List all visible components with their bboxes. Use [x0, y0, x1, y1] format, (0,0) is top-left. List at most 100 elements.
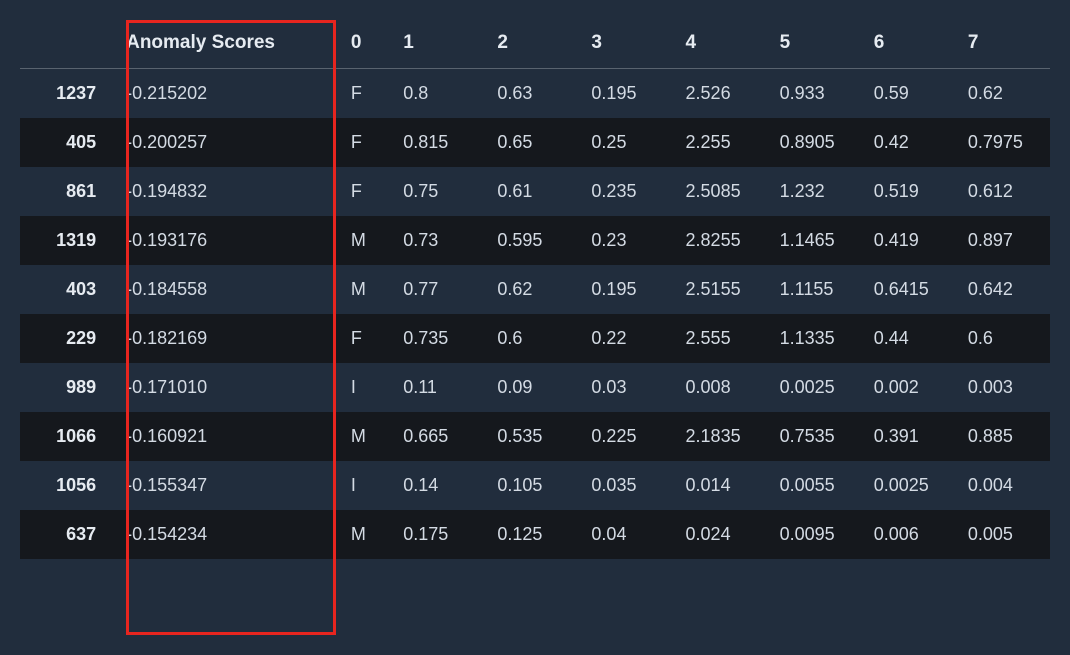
cell: M: [339, 216, 391, 265]
table-row: 1056 -0.155347 I 0.14 0.105 0.035 0.014 …: [20, 461, 1050, 510]
table-row: 1237 -0.215202 F 0.8 0.63 0.195 2.526 0.…: [20, 69, 1050, 119]
cell: 0.105: [485, 461, 579, 510]
row-index: 229: [20, 314, 114, 363]
cell: 0.0025: [862, 461, 956, 510]
cell: 0.195: [579, 69, 673, 119]
table-row: 989 -0.171010 I 0.11 0.09 0.03 0.008 0.0…: [20, 363, 1050, 412]
cell: F: [339, 118, 391, 167]
cell: F: [339, 167, 391, 216]
cell: 0.612: [956, 167, 1050, 216]
cell: 0.014: [674, 461, 768, 510]
cell: 2.5155: [674, 265, 768, 314]
col-header-3: 3: [579, 18, 673, 69]
col-header-index: [20, 18, 114, 69]
cell-anomaly: -0.182169: [114, 314, 339, 363]
cell: 2.1835: [674, 412, 768, 461]
table-body: 1237 -0.215202 F 0.8 0.63 0.195 2.526 0.…: [20, 69, 1050, 560]
cell: 0.25: [579, 118, 673, 167]
cell: 0.235: [579, 167, 673, 216]
cell: 0.6: [956, 314, 1050, 363]
cell: 0.002: [862, 363, 956, 412]
table-row: 1319 -0.193176 M 0.73 0.595 0.23 2.8255 …: [20, 216, 1050, 265]
cell-anomaly: -0.184558: [114, 265, 339, 314]
cell-anomaly: -0.160921: [114, 412, 339, 461]
cell-anomaly: -0.155347: [114, 461, 339, 510]
cell: 0.125: [485, 510, 579, 559]
cell: 0.03: [579, 363, 673, 412]
cell-anomaly: -0.171010: [114, 363, 339, 412]
cell: M: [339, 265, 391, 314]
cell: 0.003: [956, 363, 1050, 412]
data-table-container: Anomaly Scores 0 1 2 3 4 5 6 7 1237 -0.2…: [20, 18, 1050, 559]
cell: I: [339, 363, 391, 412]
cell: F: [339, 69, 391, 119]
cell-anomaly: -0.193176: [114, 216, 339, 265]
cell: 1.1155: [768, 265, 862, 314]
cell: 0.61: [485, 167, 579, 216]
cell: 2.5085: [674, 167, 768, 216]
table-row: 637 -0.154234 M 0.175 0.125 0.04 0.024 0…: [20, 510, 1050, 559]
table-header: Anomaly Scores 0 1 2 3 4 5 6 7: [20, 18, 1050, 69]
cell: 0.44: [862, 314, 956, 363]
cell: 0.175: [391, 510, 485, 559]
cell: 0.519: [862, 167, 956, 216]
cell-anomaly: -0.194832: [114, 167, 339, 216]
cell: 0.595: [485, 216, 579, 265]
cell: 0.23: [579, 216, 673, 265]
cell: 0.735: [391, 314, 485, 363]
cell: 0.391: [862, 412, 956, 461]
row-index: 1056: [20, 461, 114, 510]
cell: 0.14: [391, 461, 485, 510]
row-index: 989: [20, 363, 114, 412]
cell: 0.024: [674, 510, 768, 559]
cell: M: [339, 412, 391, 461]
cell: 0.62: [956, 69, 1050, 119]
row-index: 861: [20, 167, 114, 216]
cell: 0.008: [674, 363, 768, 412]
cell: 0.11: [391, 363, 485, 412]
table-row: 1066 -0.160921 M 0.665 0.535 0.225 2.183…: [20, 412, 1050, 461]
cell: 1.232: [768, 167, 862, 216]
cell: 0.933: [768, 69, 862, 119]
cell: 0.665: [391, 412, 485, 461]
anomaly-scores-table: Anomaly Scores 0 1 2 3 4 5 6 7 1237 -0.2…: [20, 18, 1050, 559]
cell: 2.526: [674, 69, 768, 119]
cell: 0.42: [862, 118, 956, 167]
row-index: 1237: [20, 69, 114, 119]
cell: 0.09: [485, 363, 579, 412]
table-row: 229 -0.182169 F 0.735 0.6 0.22 2.555 1.1…: [20, 314, 1050, 363]
cell-anomaly: -0.200257: [114, 118, 339, 167]
cell: 0.77: [391, 265, 485, 314]
row-index: 405: [20, 118, 114, 167]
cell: 0.6415: [862, 265, 956, 314]
cell: 0.7975: [956, 118, 1050, 167]
cell: 0.8905: [768, 118, 862, 167]
col-header-5: 5: [768, 18, 862, 69]
table-row: 861 -0.194832 F 0.75 0.61 0.235 2.5085 1…: [20, 167, 1050, 216]
col-header-7: 7: [956, 18, 1050, 69]
cell: 0.6: [485, 314, 579, 363]
cell: 0.59: [862, 69, 956, 119]
cell: 0.73: [391, 216, 485, 265]
cell: 0.535: [485, 412, 579, 461]
cell: 0.815: [391, 118, 485, 167]
cell: 0.225: [579, 412, 673, 461]
col-header-6: 6: [862, 18, 956, 69]
col-header-anomaly: Anomaly Scores: [114, 18, 339, 69]
row-index: 637: [20, 510, 114, 559]
cell-anomaly: -0.215202: [114, 69, 339, 119]
cell: 0.035: [579, 461, 673, 510]
row-index: 1319: [20, 216, 114, 265]
col-header-2: 2: [485, 18, 579, 69]
cell: 0.62: [485, 265, 579, 314]
col-header-0: 0: [339, 18, 391, 69]
cell: 1.1465: [768, 216, 862, 265]
cell: 0.0055: [768, 461, 862, 510]
cell: M: [339, 510, 391, 559]
cell: 0.004: [956, 461, 1050, 510]
cell: 0.04: [579, 510, 673, 559]
cell: 0.63: [485, 69, 579, 119]
cell: 0.8: [391, 69, 485, 119]
cell: 0.7535: [768, 412, 862, 461]
cell: 1.1335: [768, 314, 862, 363]
